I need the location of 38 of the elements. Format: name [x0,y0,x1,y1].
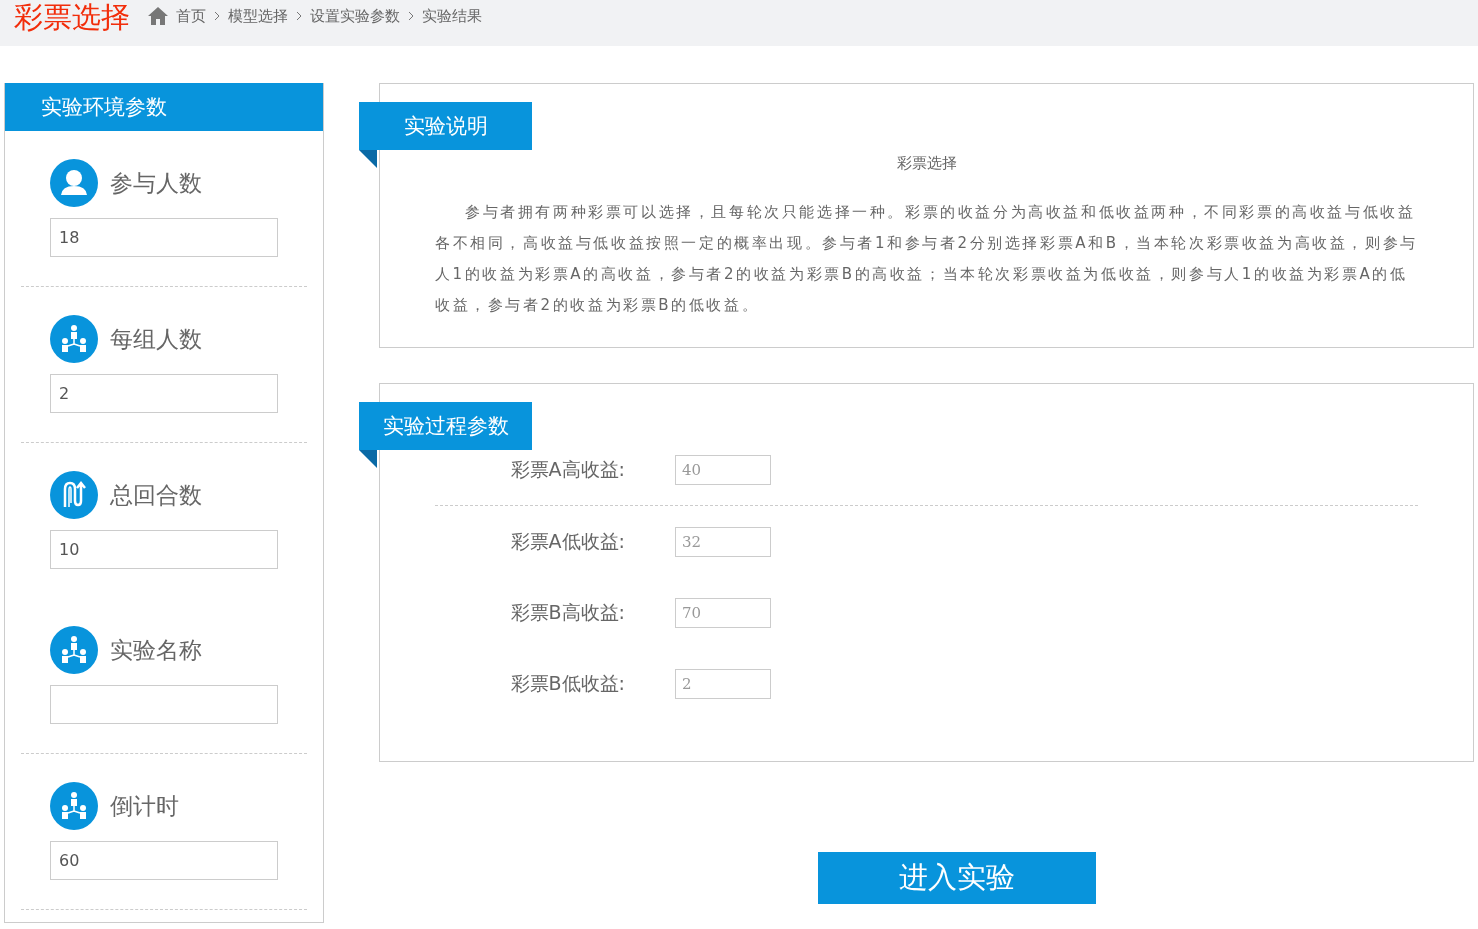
input-field[interactable]: 70 [675,597,771,628]
input-field[interactable]: 32 [675,526,771,557]
input-field[interactable]: 40 [675,455,771,485]
field-label: 彩票A低收益: [509,528,625,554]
chevron-icon [408,11,414,21]
chevron-icon [214,11,220,21]
field-label: 参与人数 [110,168,202,198]
breadcrumb-link[interactable]: 模型选择 [228,6,288,26]
description-text: 参与者拥有两种彩票可以选择，且每轮次只能选择一种。彩票的收益分为高收益和低收益两种，不同彩票的高收益与低收益各不相同，高收益与低收益按照一定的概率出现。参与者1和参与者2分别选择彩票A和B，当本轮次彩票收益为高收益，则参与人1的收益为彩票A的高收益，参与者2的收益为彩票B的高收益；当本轮次彩票收益为低收益，则参与人1的收益为彩票A的低收益，参与者2的收益为彩票B的低收益。 [435,202,1419,316]
people-icon [50,782,98,830]
input-field[interactable]: 2 [675,668,771,699]
person-icon [50,159,98,207]
input-field[interactable]: 60 [50,841,278,880]
breadcrumb-link[interactable]: 实验结果 [422,6,482,26]
field-label: 每组人数 [110,324,202,354]
people-icon [50,626,98,674]
breadcrumb-link[interactable]: 首页 [176,6,206,26]
home-icon[interactable] [148,7,168,25]
people-icon [50,315,98,363]
breadcrumb-link[interactable]: 设置实验参数 [310,6,400,26]
description-heading: 彩票选择 [895,154,958,173]
chevron-icon [296,11,302,21]
panel-title: 实验环境参数 [5,83,323,131]
input-field[interactable] [50,685,278,724]
ribbon-fold-icon [359,450,377,468]
field-label: 总回合数 [110,480,202,510]
input-field[interactable]: 18 [50,218,278,257]
input-field[interactable]: 10 [50,530,278,569]
field-label: 倒计时 [110,791,179,821]
field-label: 实验名称 [110,635,202,665]
ribbon-fold-icon [359,150,377,168]
start-button[interactable]: 进入实验 [817,852,1096,904]
input-field[interactable]: 2 [50,374,278,413]
field-label: 彩票B高收益: [509,599,625,625]
field-label: 彩票A高收益: [509,457,625,482]
loop-icon [50,471,98,519]
page-title: 彩票选择 [14,0,130,34]
field-label: 彩票B低收益: [509,670,625,696]
